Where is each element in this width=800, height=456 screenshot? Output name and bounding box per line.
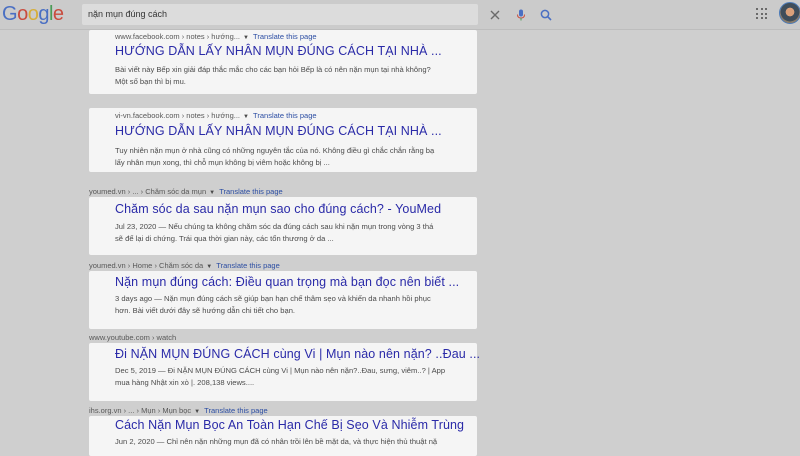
- result-card: vi-vn.facebook.com › notes › hướng... ▼ T…: [89, 108, 477, 172]
- caret-down-icon[interactable]: ▼: [243, 35, 249, 41]
- result-source: ihs.org.vn › ... › Mụn › Mụn bọc ▼ Transl…: [89, 406, 268, 415]
- result-source: www.youtube.com › watch: [89, 333, 176, 342]
- result-source: youmed.vn › Home › Chăm sóc da ▼ Translat…: [89, 261, 280, 270]
- translate-link[interactable]: Translate this page: [219, 187, 283, 196]
- logo-letter: o: [17, 3, 28, 25]
- caret-down-icon[interactable]: ▼: [209, 190, 215, 196]
- snippet-line: Jul 23, 2020 — Nếu chúng ta không chăm s…: [115, 222, 434, 231]
- logo-letter: g: [38, 3, 49, 25]
- result-source: youmed.vn › ... › Chăm sóc da mụn ▼ Trans…: [89, 187, 283, 196]
- snippet-line: lấy nhân mụn xong, thì chỗ mụn không bị …: [115, 158, 330, 167]
- result-card: Chăm sóc da sau nặn mụn sao cho đúng các…: [89, 197, 477, 255]
- snippet-line: sẽ để lại di chứng. Trái qua thời gian n…: [115, 234, 334, 243]
- source-url[interactable]: youmed.vn › Home › Chăm sóc da: [89, 261, 203, 270]
- result-title[interactable]: Đi NẶN MỤN ĐÚNG CÁCH cùng Vi | Mụn nào n…: [115, 347, 480, 361]
- result-card: Cách Nặn Mụn Bọc An Toàn Hạn Chế Bị Sẹo …: [89, 416, 477, 456]
- translate-link[interactable]: Translate this page: [204, 406, 268, 415]
- result-snippet: Bài viết này Bếp xin giải đáp thắc mắc c…: [115, 64, 473, 88]
- translate-link[interactable]: Translate this page: [216, 261, 280, 270]
- avatar[interactable]: [779, 2, 800, 24]
- result-snippet: Tuy nhiên nặn mụn ở nhà cũng có những ng…: [115, 145, 475, 169]
- result-card: Nặn mụn đúng cách: Điều quan trọng mà bạ…: [89, 271, 477, 329]
- result-title[interactable]: HƯỚNG DẪN LẤY NHÂN MỤN ĐÚNG CÁCH TẠI NHÀ…: [115, 124, 442, 138]
- caret-down-icon[interactable]: ▼: [243, 114, 249, 120]
- top-bar: Google: [0, 0, 800, 30]
- snippet-line: Bài viết này Bếp xin giải đáp thắc mắc c…: [115, 65, 431, 74]
- logo-letter: e: [52, 3, 64, 25]
- close-icon[interactable]: [488, 8, 502, 22]
- source-url[interactable]: www.youtube.com › watch: [89, 333, 176, 342]
- source-url[interactable]: youmed.vn › ... › Chăm sóc da mụn: [89, 187, 206, 196]
- apps-grid-icon[interactable]: [756, 8, 768, 20]
- logo-letter: G: [2, 3, 18, 25]
- result-snippet: Jun 2, 2020 — Chỉ nên nặn những mụn đã c…: [115, 436, 475, 448]
- snippet-line: Jun 2, 2020 — Chỉ nên nặn những mụn đã c…: [115, 437, 438, 446]
- caret-down-icon[interactable]: ▼: [194, 409, 200, 415]
- caret-down-icon[interactable]: ▼: [206, 264, 212, 270]
- google-logo[interactable]: Google: [2, 3, 64, 26]
- search-box: [82, 4, 552, 25]
- result-card: Đi NẶN MỤN ĐÚNG CÁCH cùng Vi | Mụn nào n…: [89, 343, 480, 401]
- result-card: www.facebook.com › notes › hướng... ▼ Tra…: [89, 30, 477, 94]
- result-source: www.facebook.com › notes › hướng... ▼ Tra…: [115, 32, 317, 41]
- result-title[interactable]: Cách Nặn Mụn Bọc An Toàn Hạn Chế Bị Sẹo …: [115, 418, 464, 432]
- results-list: www.facebook.com › notes › hướng... ▼ Tra…: [0, 30, 800, 456]
- result-title[interactable]: Nặn mụn đúng cách: Điều quan trọng mà bạ…: [115, 275, 459, 289]
- snippet-line: Dec 5, 2019 — Đi NẶN MỤN ĐÚNG CÁCH cùng …: [115, 366, 446, 375]
- snippet-line: hơn. Bài viết dưới đây sẽ hướng dẫn chi …: [115, 306, 296, 315]
- translate-link[interactable]: Translate this page: [253, 111, 317, 120]
- search-input[interactable]: [88, 6, 388, 22]
- result-snippet: Jul 23, 2020 — Nếu chúng ta không chăm s…: [115, 221, 475, 245]
- translate-link[interactable]: Translate this page: [253, 32, 317, 41]
- result-snippet: Dec 5, 2019 — Đi NẶN MỤN ĐÚNG CÁCH cùng …: [115, 365, 475, 389]
- source-url[interactable]: vi-vn.facebook.com › notes › hướng...: [115, 111, 240, 120]
- mic-icon[interactable]: [514, 8, 528, 22]
- result-source: vi-vn.facebook.com › notes › hướng... ▼ T…: [115, 111, 317, 120]
- snippet-line: 3 days ago — Nặn mụn đúng cách sẽ giúp b…: [115, 294, 431, 303]
- search-icon[interactable]: [539, 8, 553, 22]
- snippet-line: Tuy nhiên nặn mụn ở nhà cũng có những ng…: [115, 146, 435, 155]
- result-snippet: 3 days ago — Nặn mụn đúng cách sẽ giúp b…: [115, 293, 475, 317]
- source-url[interactable]: ihs.org.vn › ... › Mụn › Mụn bọc: [89, 406, 191, 415]
- result-title[interactable]: HƯỚNG DẪN LẤY NHÂN MỤN ĐÚNG CÁCH TẠI NHÀ…: [115, 44, 442, 58]
- snippet-line: Một số bạn thì bị mu.: [115, 77, 186, 86]
- logo-letter: o: [27, 3, 39, 25]
- source-url[interactable]: www.facebook.com › notes › hướng...: [115, 32, 240, 41]
- result-title[interactable]: Chăm sóc da sau nặn mụn sao cho đúng các…: [115, 202, 441, 216]
- snippet-line: mua hàng Nhật xin xò |. 208,138 views...…: [115, 378, 255, 387]
